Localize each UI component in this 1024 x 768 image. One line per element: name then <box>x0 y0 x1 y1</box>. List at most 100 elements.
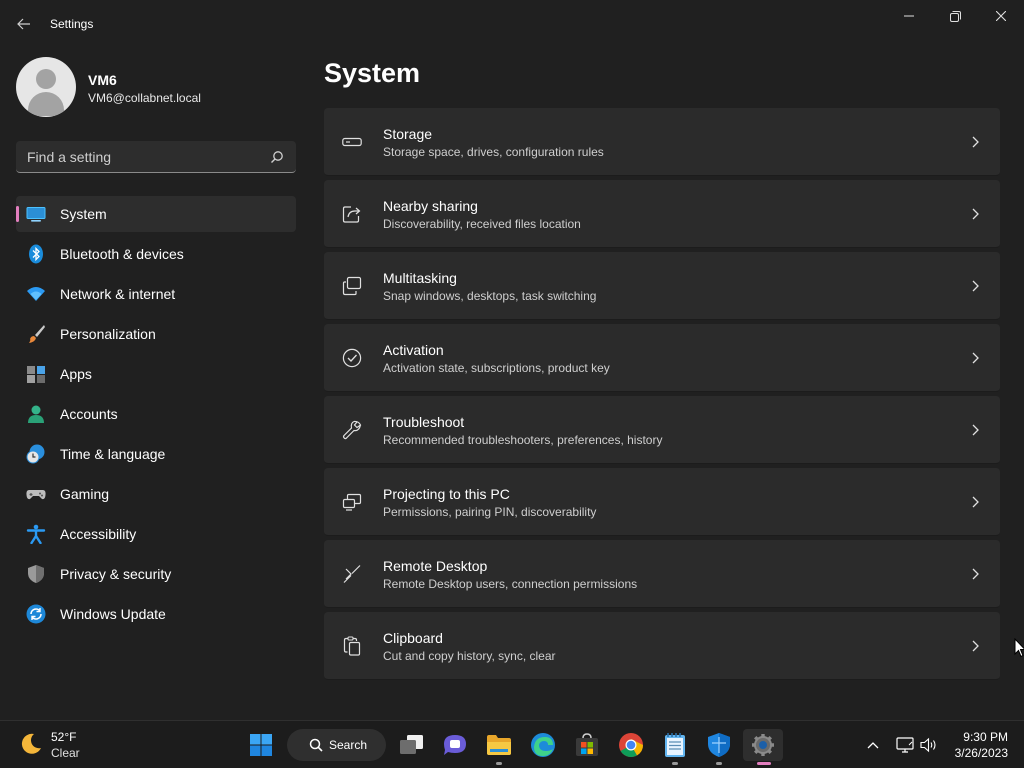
moon-icon <box>21 733 41 754</box>
accessibility-icon <box>26 524 46 544</box>
gamepad-icon <box>26 490 46 500</box>
search-icon[interactable] <box>270 150 284 164</box>
network-tray-button[interactable] <box>894 733 916 757</box>
taskbar-chrome[interactable] <box>611 729 651 761</box>
card-multitasking[interactable]: Multitasking Snap windows, desktops, tas… <box>324 252 1000 320</box>
clipboard-icon <box>343 636 361 656</box>
card-activation[interactable]: Activation Activation state, subscriptio… <box>324 324 1000 392</box>
remote-desktop-icon <box>343 565 361 583</box>
taskbar: 52°F Clear Search 9:30 PM 3/26/2023 <box>0 720 1024 768</box>
taskbar-settings[interactable] <box>743 729 783 765</box>
user-name: VM6 <box>88 72 117 88</box>
card-projecting[interactable]: Projecting to this PC Permissions, pairi… <box>324 468 1000 536</box>
card-remote-desktop[interactable]: Remote Desktop Remote Desktop users, con… <box>324 540 1000 608</box>
close-button[interactable] <box>978 0 1024 32</box>
volume-icon <box>920 737 936 753</box>
sidebar-item-label: Bluetooth & devices <box>60 246 184 262</box>
wifi-icon <box>27 287 45 301</box>
sidebar-item-windows-update[interactable]: Windows Update <box>16 596 296 632</box>
chat-icon <box>444 735 466 755</box>
activation-check-icon <box>342 348 362 368</box>
sidebar-item-privacy[interactable]: Privacy & security <box>16 556 296 592</box>
card-subtitle: Remote Desktop users, connection permiss… <box>383 577 638 591</box>
sidebar-item-network[interactable]: Network & internet <box>16 276 296 312</box>
taskbar-edge[interactable] <box>523 729 563 761</box>
sidebar-item-accessibility[interactable]: Accessibility <box>16 516 296 552</box>
running-indicator <box>672 762 678 765</box>
storage-icon <box>342 137 362 147</box>
card-subtitle: Permissions, pairing PIN, discoverabilit… <box>383 505 597 519</box>
sidebar-item-apps[interactable]: Apps <box>16 356 296 392</box>
sidebar-item-label: Accessibility <box>60 526 137 542</box>
running-indicator <box>716 762 722 765</box>
chevron-right-icon <box>972 280 979 292</box>
taskbar-store[interactable] <box>567 729 607 761</box>
search-input[interactable] <box>16 141 266 172</box>
show-hidden-icons-button[interactable] <box>863 733 883 757</box>
projecting-icon <box>342 493 362 511</box>
avatar-head <box>36 69 56 89</box>
card-troubleshoot[interactable]: Troubleshoot Recommended troubleshooters… <box>324 396 1000 464</box>
apps-icon <box>27 366 45 383</box>
sidebar-item-accounts[interactable]: Accounts <box>16 396 296 432</box>
chevron-right-icon <box>972 496 979 508</box>
restore-button[interactable] <box>932 0 978 32</box>
weather-temperature: 52°F <box>51 730 77 744</box>
start-button[interactable] <box>241 729 281 761</box>
windows-logo-icon <box>250 734 272 756</box>
app-title: Settings <box>50 17 94 31</box>
minimize-button[interactable] <box>886 0 932 32</box>
restore-icon <box>949 10 961 22</box>
card-storage[interactable]: Storage Storage space, drives, configura… <box>324 108 1000 176</box>
bluetooth-icon <box>29 244 43 264</box>
windows-update-icon <box>26 604 46 624</box>
card-nearby-sharing[interactable]: Nearby sharing Discoverability, received… <box>324 180 1000 248</box>
minimize-icon <box>904 15 914 17</box>
sidebar-nav: System Bluetooth & devices Network & int… <box>16 196 296 636</box>
user-email: VM6@collabnet.local <box>88 91 201 105</box>
paintbrush-icon <box>29 325 45 343</box>
card-title: Storage <box>383 126 433 142</box>
edge-browser-icon <box>531 733 555 757</box>
clock-time: 9:30 PM <box>963 730 1008 744</box>
chevron-right-icon <box>972 136 979 148</box>
card-title: Remote Desktop <box>383 558 488 574</box>
card-title: Nearby sharing <box>383 198 478 214</box>
sidebar-item-gaming[interactable]: Gaming <box>16 476 296 512</box>
taskbar-search[interactable]: Search <box>287 729 386 761</box>
avatar[interactable] <box>16 57 76 117</box>
mouse-cursor-icon <box>1014 638 1024 658</box>
card-title: Multitasking <box>383 270 457 286</box>
card-subtitle: Snap windows, desktops, task switching <box>383 289 597 303</box>
sidebar-item-system[interactable]: System <box>16 196 296 232</box>
multitasking-icon <box>342 276 362 296</box>
avatar-body <box>28 92 64 116</box>
sidebar-item-time-language[interactable]: Time & language <box>16 436 296 472</box>
back-arrow-icon <box>17 18 30 30</box>
card-title: Clipboard <box>383 630 443 646</box>
card-clipboard[interactable]: Clipboard Cut and copy history, sync, cl… <box>324 612 1000 680</box>
sidebar-item-label: Privacy & security <box>60 566 172 582</box>
card-subtitle: Discoverability, received files location <box>383 217 581 231</box>
sidebar-item-label: Time & language <box>60 446 166 462</box>
sidebar-item-personalization[interactable]: Personalization <box>16 316 296 352</box>
windows-security-shield-icon <box>708 733 730 757</box>
chevron-up-icon <box>867 742 879 749</box>
taskbar-teams-chat[interactable] <box>435 729 475 761</box>
taskbar-notepad[interactable] <box>655 729 695 765</box>
page-title: System <box>324 58 421 88</box>
chevron-right-icon <box>972 424 979 436</box>
taskbar-security[interactable] <box>699 729 739 765</box>
sidebar-item-bluetooth[interactable]: Bluetooth & devices <box>16 236 296 272</box>
running-indicator <box>496 762 502 765</box>
sidebar-item-label: Accounts <box>60 406 118 422</box>
task-view-button[interactable] <box>392 729 432 761</box>
chevron-right-icon <box>972 640 979 652</box>
store-icon <box>576 733 598 756</box>
card-subtitle: Activation state, subscriptions, product… <box>383 361 610 375</box>
system-display-icon <box>26 207 46 222</box>
volume-tray-button[interactable] <box>918 733 940 757</box>
search-box[interactable] <box>16 141 296 173</box>
back-button[interactable] <box>12 10 36 38</box>
taskbar-file-explorer[interactable] <box>479 729 519 765</box>
